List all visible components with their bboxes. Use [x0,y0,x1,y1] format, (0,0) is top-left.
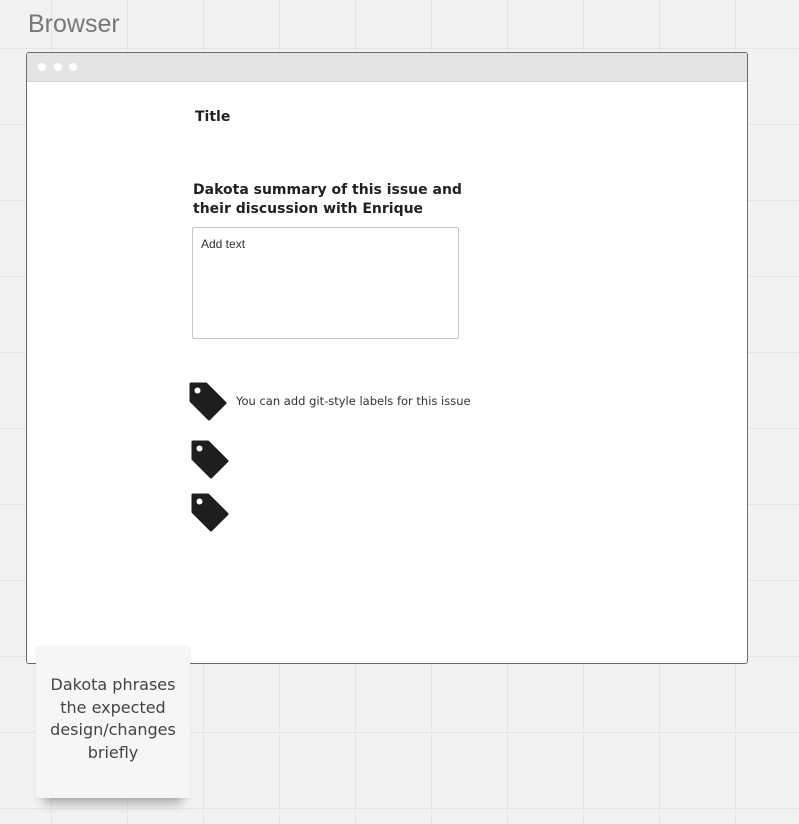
page-title: Title [195,109,231,125]
tag-icon[interactable] [190,492,230,532]
tag-icon[interactable] [188,381,228,421]
frame-label: Browser [28,10,120,38]
sticky-note[interactable]: Dakota phrases the expected design/chang… [36,646,190,798]
browser-titlebar [27,53,747,82]
browser-window: Title Dakota summary of this issue and t… [26,52,748,664]
summary-label: Dakota summary of this issue and their d… [193,182,462,217]
sticky-note-text: Dakota phrases the expected design/chang… [50,675,176,762]
labels-hint: You can add git-style labels for this is… [236,394,471,408]
window-control-dot[interactable] [38,63,46,71]
tag-icon[interactable] [190,439,230,479]
window-control-dot[interactable] [69,63,77,71]
summary-text-input[interactable]: Add text [192,227,459,339]
window-control-dot[interactable] [54,63,62,71]
